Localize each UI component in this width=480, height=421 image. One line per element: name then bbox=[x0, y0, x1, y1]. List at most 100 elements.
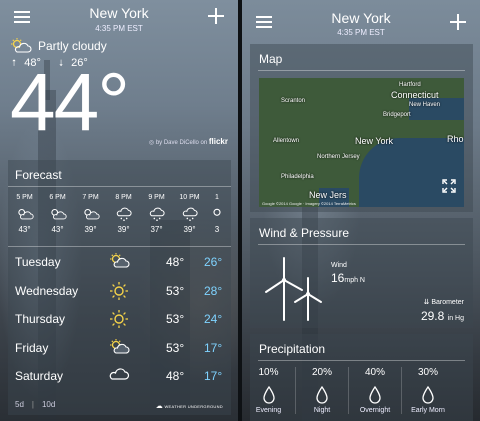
falling-arrows-icon: ⇊ bbox=[423, 299, 430, 306]
map-label-bridgeport: Bridgeport bbox=[383, 112, 411, 118]
wind-turbine-icon bbox=[265, 257, 322, 321]
tab-5d[interactable]: 5d bbox=[15, 400, 24, 409]
daily-forecast[interactable]: Tuesday 48° 26° Wednesday 53° 28° Thursd… bbox=[8, 248, 231, 391]
precip-item: 10% Evening bbox=[242, 367, 295, 414]
day-name: Wednesday bbox=[15, 283, 79, 298]
barometer-label: ⇊ Barometer bbox=[423, 298, 464, 306]
camera-icon: ◎ bbox=[148, 140, 155, 146]
add-location-icon[interactable] bbox=[450, 14, 466, 30]
cloud-icon bbox=[109, 368, 130, 380]
barometer-label-text: Barometer bbox=[431, 299, 464, 306]
hour-item: 8 PM 39° bbox=[107, 191, 140, 249]
current-condition: Partly cloudy bbox=[10, 36, 107, 56]
hour-temp: 3 bbox=[214, 225, 220, 234]
day-high: 53° bbox=[166, 283, 185, 298]
precip-label: Overnight bbox=[359, 407, 391, 414]
current-temperature: 44° bbox=[10, 57, 130, 148]
sun-icon bbox=[110, 281, 128, 300]
day-high: 48° bbox=[166, 255, 185, 270]
map-label-connecticut: Connecticut bbox=[391, 90, 439, 100]
map-label-rhodeisland: Rho bbox=[447, 134, 464, 144]
hour-item: 10 PM 39° bbox=[173, 191, 206, 249]
hour-time: 7 PM bbox=[82, 194, 99, 201]
wind-speed: 16mph N bbox=[331, 271, 365, 285]
forecast-title-divider bbox=[8, 186, 231, 187]
day-low: 17° bbox=[204, 369, 223, 384]
day-name: Saturday bbox=[15, 369, 64, 384]
partly-cloudy-icon bbox=[213, 208, 221, 216]
map-label-newhaven: New Haven bbox=[409, 102, 441, 108]
hour-time: 9 PM bbox=[148, 194, 165, 201]
wind-label: Wind bbox=[331, 262, 347, 269]
raindrop-icon bbox=[316, 386, 328, 404]
map-title-divider bbox=[258, 70, 465, 71]
add-location-icon[interactable] bbox=[208, 8, 224, 24]
day-low: 24° bbox=[204, 312, 223, 327]
provider-name: WEATHER UNDERGROUND bbox=[164, 404, 223, 409]
hour-temp: 43° bbox=[51, 225, 64, 234]
wind-title-divider bbox=[258, 244, 465, 245]
forecast-panel: Forecast 5 PM 43° 6 PM 43° 7 PM 39° 8 PM bbox=[8, 160, 231, 415]
precip-item: 30% Early Morn bbox=[401, 367, 454, 414]
city-name: New York bbox=[331, 10, 391, 26]
precip-item: 40% Overnight bbox=[348, 367, 401, 414]
photo-credit-text: by Dave DiCello on bbox=[155, 140, 208, 146]
hour-time: 8 PM bbox=[115, 194, 132, 201]
day-low: 28° bbox=[204, 283, 223, 298]
wind-pressure-title: Wind & Pressure bbox=[259, 226, 350, 240]
day-high: 53° bbox=[166, 340, 185, 355]
precip-title-divider bbox=[258, 360, 465, 361]
day-name: Thursday bbox=[15, 312, 66, 327]
hour-temp: 39° bbox=[84, 225, 97, 234]
tab-10d[interactable]: 10d bbox=[42, 400, 55, 409]
day-row[interactable]: Tuesday 48° 26° bbox=[8, 248, 231, 277]
photo-credit[interactable]: ◎ by Dave DiCello on flickr bbox=[149, 137, 228, 146]
day-high: 53° bbox=[166, 312, 185, 327]
weather-details-screen[interactable]: New York 4:35 PM EST Map Hartford Connec… bbox=[242, 0, 480, 421]
weather-underground-logo[interactable]: ☁ WEATHER UNDERGROUND bbox=[156, 402, 223, 410]
partly-cloudy-icon bbox=[11, 38, 32, 53]
partly-cloudy-icon bbox=[50, 208, 67, 220]
partly-cloudy-icon bbox=[110, 338, 130, 354]
map-section: Map Hartford Connecticut New Haven Bridg… bbox=[250, 44, 473, 212]
hour-temp: 39° bbox=[183, 225, 196, 234]
local-time: 4:35 PM EST bbox=[95, 24, 143, 33]
forecast-range-tabs: 5d | 10d bbox=[15, 400, 55, 409]
hourly-forecast[interactable]: 5 PM 43° 6 PM 43° 7 PM 39° 8 PM 39° 9 PM bbox=[8, 191, 231, 249]
precip-label: Early Morn bbox=[411, 407, 445, 414]
barometer-number: 29.8 bbox=[420, 309, 445, 323]
day-row[interactable]: Friday 53° 17° bbox=[8, 334, 231, 363]
weather-main-screen[interactable]: New York 4:35 PM EST Partly cloudy ⭡ 48°… bbox=[0, 0, 238, 421]
raindrop-icon bbox=[369, 386, 381, 404]
precip-percent: 40% bbox=[364, 367, 385, 378]
precip-percent: 10% bbox=[258, 367, 279, 378]
hour-time: 10 PM bbox=[179, 194, 200, 201]
wind-unit: mph N bbox=[344, 277, 365, 284]
sun-icon bbox=[110, 310, 128, 328]
day-row[interactable]: Saturday 48° 17° bbox=[8, 362, 231, 391]
day-row[interactable]: Wednesday 53° 28° bbox=[8, 277, 231, 306]
forecast-title: Forecast bbox=[15, 168, 62, 182]
partly-cloudy-icon bbox=[110, 253, 130, 268]
day-row[interactable]: Thursday 53° 24° bbox=[8, 305, 231, 334]
map-label-scranton: Scranton bbox=[281, 98, 306, 104]
city-name: New York bbox=[89, 5, 149, 21]
fullscreen-icon[interactable] bbox=[442, 179, 456, 193]
day-low: 26° bbox=[204, 255, 223, 270]
map-label-newyork: New York bbox=[355, 136, 394, 146]
map-attribution: Google ©2014 Google · Imagery ©2014 Terr… bbox=[262, 201, 356, 206]
wunderground-icon: ☁ bbox=[155, 403, 164, 410]
day-name: Friday bbox=[15, 340, 49, 355]
hour-temp: 37° bbox=[150, 225, 163, 234]
snow-cloud-icon bbox=[116, 207, 132, 222]
map-label-hartford: Hartford bbox=[399, 82, 421, 88]
hour-item: 6 PM 43° bbox=[41, 191, 74, 249]
precip-percent: 30% bbox=[417, 367, 438, 378]
hour-item: 9 PM 37° bbox=[140, 191, 173, 249]
satellite-map[interactable]: Hartford Connecticut New Haven Bridgepor… bbox=[259, 78, 464, 207]
local-time: 4:35 PM EST bbox=[337, 28, 385, 37]
hour-time: 1 bbox=[215, 194, 219, 201]
partly-cloudy-icon bbox=[17, 208, 34, 220]
day-low: 17° bbox=[204, 340, 223, 355]
precip-percent: 20% bbox=[311, 367, 332, 378]
